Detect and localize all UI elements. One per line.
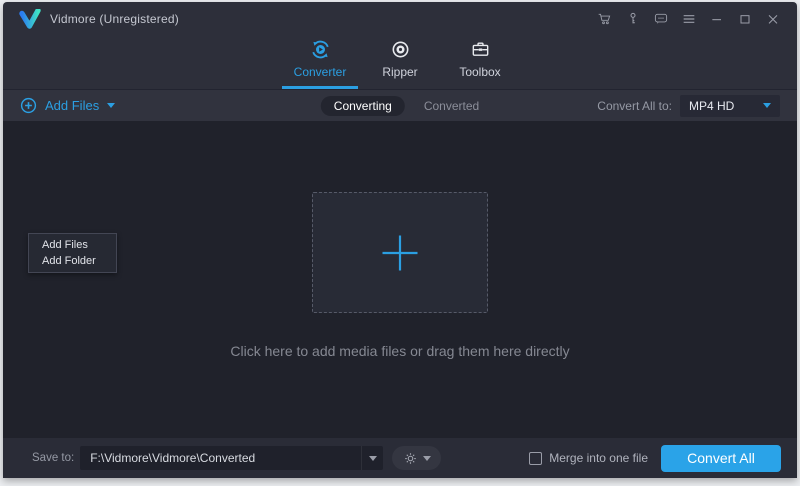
view-tabs: Converting Converted xyxy=(321,90,479,121)
save-to-label: Save to: xyxy=(32,452,74,464)
save-path-dropdown[interactable] xyxy=(361,446,383,470)
plus-icon xyxy=(381,234,419,272)
tab-toolbox[interactable]: Toolbox xyxy=(442,33,518,89)
titlebar-icons xyxy=(596,11,781,28)
tab-converter[interactable]: Converter xyxy=(282,33,358,89)
cart-icon[interactable] xyxy=(596,11,613,28)
maximize-icon[interactable] xyxy=(736,11,753,28)
tab-ripper-label: Ripper xyxy=(382,65,417,79)
merge-into-one-file[interactable]: Merge into one file xyxy=(529,451,648,465)
add-files-label: Add Files xyxy=(45,98,99,113)
tab-converting[interactable]: Converting xyxy=(321,96,405,116)
gear-icon xyxy=(403,451,418,466)
chevron-down-icon xyxy=(369,456,377,461)
app-window: Vidmore (Unregistered) xyxy=(3,2,797,478)
save-path-value: F:\Vidmore\Vidmore\Converted xyxy=(80,451,361,465)
main-nav: Converter Ripper xyxy=(3,36,797,90)
key-icon[interactable] xyxy=(624,11,641,28)
format-select-value: MP4 HD xyxy=(689,99,763,113)
menu-item-add-files[interactable]: Add Files xyxy=(29,237,116,253)
convert-all-button[interactable]: Convert All xyxy=(661,445,781,472)
add-files-button[interactable]: Add Files xyxy=(20,97,115,114)
add-files-menu: Add Files Add Folder xyxy=(28,233,117,273)
sub-toolbar: Add Files Converting Converted Convert A… xyxy=(3,90,797,121)
content-area: Add Files Add Folder Click here to add m… xyxy=(3,121,797,438)
titlebar: Vidmore (Unregistered) xyxy=(3,2,797,36)
close-icon[interactable] xyxy=(764,11,781,28)
merge-checkbox-label: Merge into one file xyxy=(549,451,648,465)
menu-item-add-folder[interactable]: Add Folder xyxy=(29,253,116,269)
tab-toolbox-label: Toolbox xyxy=(459,65,500,79)
chevron-down-icon xyxy=(107,103,115,108)
vidmore-logo-icon xyxy=(19,9,41,29)
convert-all-to-label: Convert All to: xyxy=(597,99,672,113)
footer-bar: Save to: F:\Vidmore\Vidmore\Converted xyxy=(3,438,797,478)
ripper-icon xyxy=(390,38,411,61)
toolbox-icon xyxy=(470,38,491,61)
drop-hint-text: Click here to add media files or drag th… xyxy=(230,343,569,359)
chevron-down-icon xyxy=(423,456,431,461)
menu-icon[interactable] xyxy=(680,11,697,28)
tab-converted[interactable]: Converted xyxy=(424,99,479,113)
tab-ripper[interactable]: Ripper xyxy=(362,33,438,89)
convert-all-to-group: Convert All to: MP4 HD xyxy=(597,95,780,117)
window-title: Vidmore (Unregistered) xyxy=(50,12,179,26)
save-path-field[interactable]: F:\Vidmore\Vidmore\Converted xyxy=(80,446,383,470)
output-settings-button[interactable] xyxy=(392,446,441,470)
converter-icon xyxy=(309,38,332,61)
desktop-background: Vidmore (Unregistered) xyxy=(0,0,800,486)
drop-zone[interactable] xyxy=(312,192,488,313)
tab-converter-label: Converter xyxy=(294,65,347,79)
merge-checkbox[interactable] xyxy=(529,452,542,465)
minimize-icon[interactable] xyxy=(708,11,725,28)
feedback-icon[interactable] xyxy=(652,11,669,28)
add-circle-icon xyxy=(20,97,37,114)
chevron-down-icon xyxy=(763,103,771,108)
format-select[interactable]: MP4 HD xyxy=(680,95,780,117)
